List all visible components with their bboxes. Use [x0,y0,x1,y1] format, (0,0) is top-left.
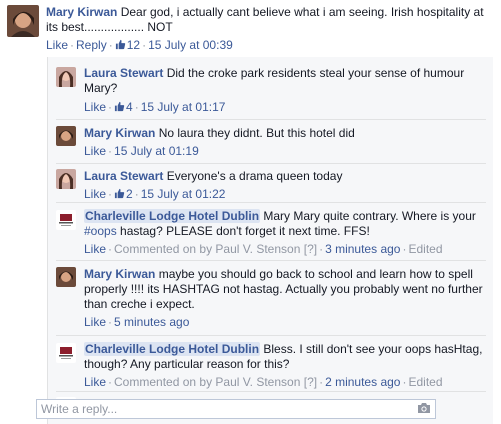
camera-icon[interactable] [417,402,431,414]
divider [56,391,486,392]
reply-timestamp[interactable]: 5 minutes ago [114,315,189,329]
thumbs-up-icon [115,39,125,50]
reply-author[interactable]: Laura Stewart [84,169,163,183]
reply-text: No laura they didnt. But this hotel did [158,126,355,140]
reply-text-b: hastag? PLEASE don't forget it next time… [120,224,370,238]
commented-on-by-label: Commented on by [114,242,213,256]
thumbs-up-icon [114,188,125,199]
reply-author[interactable]: Charleville Lodge Hotel Dublin [84,209,261,223]
reply-author[interactable]: Mary Kirwan [84,267,155,281]
avatar-laura-stewart[interactable] [56,67,76,87]
like-button[interactable]: Like [84,100,106,114]
reply-author[interactable]: Laura Stewart [84,66,163,80]
like-button[interactable]: Like [84,242,106,256]
like-button[interactable]: Like [46,38,68,52]
like-count-value: 2 [126,187,133,201]
comment-main: Mary Kirwan Dear god, i actually cant be… [46,5,494,53]
poster-name: Paul V. Stenson [215,242,301,256]
hashtag-link[interactable]: #oops [84,224,117,238]
reply-actions: Like · Commented on by Paul V. Stenson [?]… [84,375,443,389]
reply-text: Everyone's a drama queen today [166,169,343,183]
reply-actions: Like · 4 · 15 July at 01:17 [84,100,226,114]
avatar-mary-kirwan[interactable] [7,5,39,37]
comment-author[interactable]: Mary Kirwan [46,5,117,19]
like-button[interactable]: Like [84,315,106,329]
edited-label[interactable]: Edited [408,375,442,389]
poster-name: Paul V. Stenson [215,375,301,389]
divider [56,202,486,203]
comment-timestamp[interactable]: 15 July at 00:39 [148,38,233,52]
info-link[interactable]: [?] [304,375,317,389]
reply-actions: Like · Commented on by Paul V. Stenson [?]… [84,242,443,256]
like-count[interactable]: 4 [114,100,133,114]
reply-button[interactable]: Reply [76,38,107,52]
reply-text-a: Mary Mary quite contrary. Where is your [263,209,476,223]
divider [56,335,486,336]
reply-composer[interactable] [36,399,436,419]
avatar-laura-stewart[interactable] [56,169,76,189]
reply-author[interactable]: Charleville Lodge Hotel Dublin [84,342,261,356]
like-button[interactable]: Like [84,144,106,158]
like-count[interactable]: 2 [114,187,133,201]
divider [56,260,486,261]
reply-actions: Like · 15 July at 01:19 [84,144,199,158]
reply-timestamp[interactable]: 2 minutes ago [325,375,400,389]
avatar-mary-kirwan[interactable] [56,267,76,287]
edited-label[interactable]: Edited [408,242,442,256]
divider [56,163,486,164]
reply-input[interactable] [37,400,411,418]
comment-text-block: Mary Kirwan Dear god, i actually cant be… [46,5,494,35]
replies-list: Laura Stewart Did the croke park residen… [47,57,493,424]
avatar-charleville-lodge[interactable] [56,343,76,363]
reply-timestamp[interactable]: 15 July at 01:19 [114,144,199,158]
reply-actions: Like · 5 minutes ago [84,315,190,329]
reply-timestamp[interactable]: 3 minutes ago [325,242,400,256]
reply-timestamp[interactable]: 15 July at 01:22 [141,187,226,201]
avatar-mary-kirwan[interactable] [56,126,76,146]
reply-author[interactable]: Mary Kirwan [84,126,155,140]
avatar-charleville-lodge[interactable] [56,210,76,230]
reply-timestamp[interactable]: 15 July at 01:17 [141,100,226,114]
divider [56,119,486,120]
thumbs-up-icon [114,101,125,112]
info-link[interactable]: [?] [304,242,317,256]
comment-actions: Like · Reply · 12 · 15 July at 00:39 [46,38,233,52]
like-count[interactable]: 12 [115,38,140,52]
like-count-value: 12 [126,38,141,52]
reply-actions: Like · 2 · 15 July at 01:22 [84,187,226,201]
like-count-value: 4 [126,100,133,114]
like-button[interactable]: Like [84,187,106,201]
like-button[interactable]: Like [84,375,106,389]
commented-on-by-label: Commented on by [114,375,213,389]
